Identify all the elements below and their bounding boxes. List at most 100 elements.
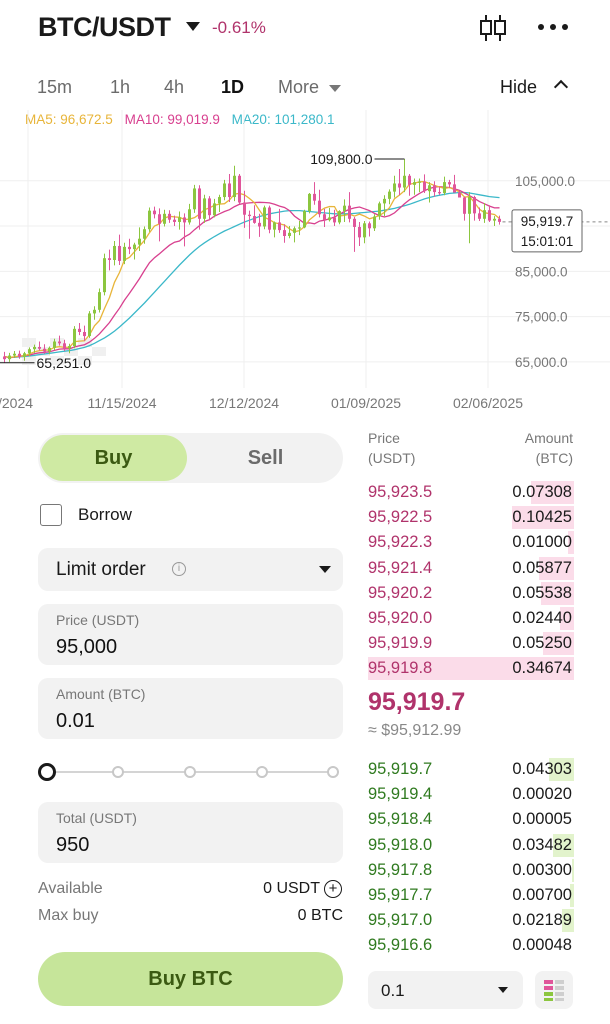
price-chart[interactable]: 105,000.095,000.085,000.075,000.065,000.… <box>0 110 610 420</box>
slider-thumb[interactable] <box>38 763 56 781</box>
candle-body <box>293 228 296 233</box>
sell-tab[interactable]: Sell <box>190 435 341 481</box>
amount-field[interactable]: Amount (BTC) 0.01 <box>38 678 343 739</box>
mid-price[interactable]: 95,919.7 <box>368 688 465 717</box>
total-field[interactable]: Total (USDT) 950 <box>38 802 343 863</box>
candle-body <box>88 313 91 337</box>
bid-row[interactable]: 95,916.6 0.00048 <box>368 933 574 958</box>
bid-amount: 0.03482 <box>512 835 572 854</box>
bid-row[interactable]: 95,917.0 0.02189 <box>368 908 574 933</box>
bid-row[interactable]: 95,919.4 0.00020 <box>368 782 574 807</box>
candle-body <box>433 185 436 193</box>
info-icon[interactable]: i <box>172 562 186 576</box>
ob-amount-header-line1: Amount <box>524 430 573 446</box>
bid-row[interactable]: 95,918.0 0.03482 <box>368 833 574 858</box>
bid-row[interactable]: 95,918.4 0.00005 <box>368 807 574 832</box>
buy-btc-button[interactable]: Buy BTC <box>38 952 343 1006</box>
candle-body <box>278 222 281 231</box>
amount-input[interactable]: 0.01 <box>56 710 95 733</box>
price-input[interactable]: 95,000 <box>56 636 117 659</box>
candle-body <box>158 214 161 224</box>
add-funds-icon[interactable]: + <box>324 880 342 898</box>
candle-body <box>253 216 256 223</box>
candle-body <box>388 191 391 199</box>
candle-body <box>148 210 151 230</box>
tab-4h[interactable]: 4h <box>164 77 184 98</box>
x-tick-label: 11/15/2024 <box>87 395 156 411</box>
max-buy-value: 0 BTC <box>297 907 343 924</box>
ask-row[interactable]: 95,920.2 0.05538 <box>368 581 574 606</box>
bid-amount: 0.02189 <box>512 911 572 930</box>
ask-row[interactable]: 95,921.4 0.05877 <box>368 556 574 581</box>
pair-caret-icon[interactable] <box>186 22 200 31</box>
candle-body <box>223 183 226 198</box>
slider-step-75[interactable] <box>256 766 268 778</box>
more-caret-icon[interactable] <box>329 85 341 92</box>
ask-row[interactable]: 95,922.5 0.10425 <box>368 505 574 530</box>
candle-body <box>438 192 441 194</box>
slider-step-50[interactable] <box>184 766 196 778</box>
candle-body <box>398 183 401 188</box>
price-field[interactable]: Price (USDT) 95,000 <box>38 604 343 665</box>
candle-body <box>8 355 11 360</box>
borrow-checkbox[interactable] <box>40 504 62 526</box>
depth-select[interactable]: 0.1 <box>368 971 523 1009</box>
candle-body <box>443 182 446 193</box>
chevron-up-icon[interactable] <box>553 79 569 95</box>
candle-body <box>338 211 341 223</box>
candle-body <box>198 188 201 219</box>
tab-1h[interactable]: 1h <box>110 77 130 98</box>
more-options-icon[interactable] <box>538 24 570 32</box>
candle-body <box>163 213 166 224</box>
total-field-label: Total (USDT) <box>56 810 137 826</box>
candle-body <box>93 309 96 314</box>
candle-body <box>38 346 41 349</box>
candle-body <box>268 207 271 230</box>
candle-body <box>463 197 466 214</box>
amount-slider[interactable] <box>38 762 343 782</box>
bid-price: 95,919.4 <box>368 785 433 804</box>
candle-body <box>383 198 386 204</box>
bid-row[interactable]: 95,917.7 0.00700 <box>368 883 574 908</box>
candle-body <box>428 185 431 192</box>
candle-body <box>473 197 476 214</box>
available-label: Available <box>38 880 103 897</box>
candle-body <box>493 218 496 221</box>
candle-body <box>413 182 416 185</box>
amount-field-label: Amount (BTC) <box>56 686 146 702</box>
bid-row[interactable]: 95,917.8 0.00300 <box>368 858 574 883</box>
low-annotation: 65,251.0 <box>37 355 92 371</box>
candle-body <box>408 175 411 185</box>
candle-body <box>48 347 51 352</box>
ask-row[interactable]: 95,919.9 0.05250 <box>368 631 574 656</box>
candle-body <box>498 218 501 222</box>
ask-price: 95,919.8 <box>368 659 433 678</box>
max-buy-label: Max buy <box>38 907 99 924</box>
slider-step-25[interactable] <box>112 766 124 778</box>
slider-step-100[interactable] <box>327 766 339 778</box>
tab-1d[interactable]: 1D <box>221 77 244 98</box>
tab-more[interactable]: More <box>278 77 319 98</box>
order-type-select[interactable]: Limit order i <box>38 548 343 591</box>
ask-row[interactable]: 95,920.0 0.02440 <box>368 606 574 631</box>
total-input[interactable]: 950 <box>56 834 89 857</box>
timeframe-tabs: 15m 1h 4h 1D More Hide <box>0 70 610 106</box>
ask-amount: 0.02440 <box>512 609 572 627</box>
book-view-icon[interactable] <box>535 971 573 1009</box>
ask-row[interactable]: 95,922.3 0.01000 <box>368 530 574 555</box>
ask-amount: 0.05538 <box>512 583 572 602</box>
candle-body <box>23 353 26 357</box>
pair-selector[interactable]: BTC/USDT <box>38 12 171 43</box>
hide-chart-button[interactable]: Hide <box>500 77 537 98</box>
ob-amount-header-line2: (BTC) <box>535 450 573 466</box>
buy-tab[interactable]: Buy <box>40 435 187 481</box>
candle-body <box>308 193 311 212</box>
bid-price: 95,917.7 <box>368 886 433 904</box>
last-price-label: 95,919.7 <box>521 214 574 229</box>
bid-row[interactable]: 95,919.7 0.04303 <box>368 757 574 782</box>
tab-15m[interactable]: 15m <box>37 77 72 98</box>
ask-row[interactable]: 95,919.8 0.34674 <box>368 656 574 681</box>
candlestick-icon[interactable] <box>478 14 508 42</box>
candle-body <box>448 182 451 185</box>
ask-row[interactable]: 95,923.5 0.07308 <box>368 480 574 505</box>
